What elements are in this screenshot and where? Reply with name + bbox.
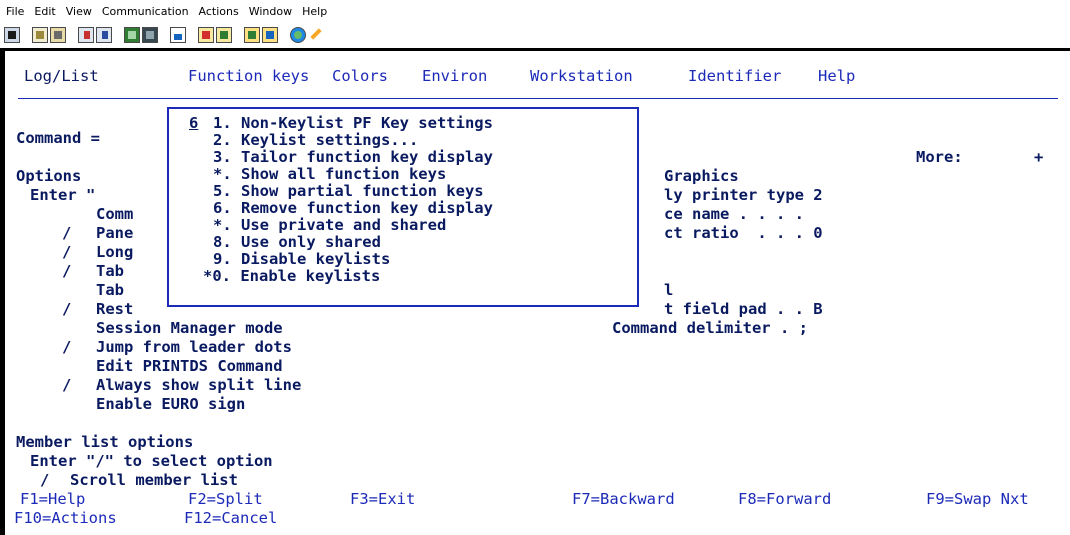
function-keys-row-1: F1=Help F2=Split F3=Exit F7=Backward F8=… — [0, 490, 1029, 510]
menu-communication[interactable]: Communication — [102, 5, 189, 18]
action-log-list[interactable]: Log/List — [24, 67, 99, 87]
function-keys-row-2: F10=Actions F12=Cancel — [0, 509, 277, 529]
dark-icon[interactable] — [142, 27, 158, 43]
option-label: Enable EURO sign — [96, 395, 246, 413]
yellow-icon[interactable] — [216, 27, 232, 43]
action-environ[interactable]: Environ — [422, 67, 487, 87]
option-marker[interactable]: / — [62, 243, 71, 263]
menu-view[interactable]: View — [66, 5, 92, 18]
aspect-ratio-field[interactable]: ct ratio . . . 0 — [664, 224, 823, 244]
copy-icon[interactable] — [32, 27, 48, 43]
pf-key-actions[interactable]: F10=Actions — [14, 509, 117, 529]
action-identifier[interactable]: Identifier — [688, 67, 781, 87]
pf-key-help[interactable]: F1=Help — [20, 490, 85, 510]
command-label: Command = — [16, 129, 100, 147]
left-row-5: Tab l — [0, 281, 673, 301]
macro-play-icon[interactable] — [262, 27, 278, 43]
function-keys-pulldown: 6 1. Non-Keylist PF Key settings 2. Keyl… — [167, 107, 639, 307]
pf-key-backward[interactable]: F7=Backward — [572, 490, 675, 510]
pf-key-exit[interactable]: F3=Exit — [350, 490, 415, 510]
member-list-title-row: Member list options — [0, 433, 193, 453]
action-help[interactable]: Help — [818, 67, 855, 87]
receive-icon[interactable] — [96, 27, 112, 43]
option-marker[interactable]: / — [40, 471, 49, 491]
pf-key-split[interactable]: F2=Split — [188, 490, 263, 510]
lower-option-row: / Jump from leader dots — [0, 338, 292, 358]
menu-file[interactable]: File — [6, 5, 24, 18]
option-label: Scroll member list — [70, 471, 238, 489]
truncated-field: l — [664, 281, 674, 299]
lower-option-row: Enable EURO sign — [0, 395, 245, 415]
pf-key-swap-next[interactable]: F9=Swap Nxt — [926, 490, 1029, 510]
left-row-4: / Tab — [0, 262, 124, 282]
options-row: Options Graphics — [0, 167, 739, 187]
option-label: Jump from leader dots — [96, 338, 292, 356]
lower-option-row: / Always show split line — [0, 376, 301, 396]
option-label: Always show split line — [96, 376, 302, 394]
option-label-tab-2: Tab — [96, 281, 124, 299]
more-indicator: + — [1034, 148, 1044, 166]
terminal-screen: Log/List Function keys Colors Environ Wo… — [0, 48, 1070, 535]
menubar: File Edit View Communication Actions Win… — [0, 0, 1070, 22]
option-label-pane: Pane — [96, 224, 134, 242]
option-marker[interactable]: / — [62, 376, 71, 396]
member-list-instruction: Enter "/" to select option — [30, 452, 273, 470]
left-row-1: Comm ce name . . . . — [0, 205, 804, 225]
option-label-long: Long — [96, 243, 134, 261]
device-name-field[interactable]: ce name . . . . — [664, 205, 804, 225]
toolbar — [0, 22, 1070, 48]
more-row: More: + — [0, 148, 1043, 168]
green-icon[interactable] — [124, 27, 140, 43]
action-function-keys[interactable]: Function keys — [188, 67, 309, 87]
pulldown-item[interactable]: *0. Enable keylists — [169, 267, 380, 287]
menu-actions[interactable]: Actions — [199, 5, 239, 18]
option-label-comm: Comm — [96, 205, 134, 223]
enter-instruction: Enter " — [30, 186, 96, 204]
action-workstation[interactable]: Workstation — [530, 67, 633, 87]
more-label: More: — [916, 148, 963, 166]
member-list-instruction-row: Enter "/" to select option — [0, 452, 273, 472]
option-marker[interactable]: / — [62, 224, 71, 244]
left-row-3: / Long — [0, 243, 133, 263]
member-list-option-row: / Scroll member list — [0, 471, 238, 491]
action-colors[interactable]: Colors — [332, 67, 388, 87]
command-row: Command = — [0, 129, 100, 149]
red-icon[interactable] — [198, 27, 214, 43]
member-list-title: Member list options — [16, 433, 194, 451]
option-label: Edit PRINTDS Command — [96, 357, 283, 375]
left-row-6: / Rest t field pad . . B — [0, 300, 823, 320]
lower-option-row: Edit PRINTDS Command — [0, 357, 283, 377]
option-marker[interactable]: / — [62, 338, 71, 358]
enter-row: Enter " ly printer type 2 — [0, 186, 823, 206]
option-label-tab: Tab — [96, 262, 124, 280]
pf-key-cancel[interactable]: F12=Cancel — [184, 509, 277, 529]
printer-type-field[interactable]: ly printer type 2 — [664, 186, 823, 206]
field-pad-field[interactable]: t field pad . . B — [664, 300, 823, 320]
pulldown-item-label[interactable]: *0. Enable keylists — [203, 267, 380, 287]
screen-icon[interactable] — [4, 27, 20, 43]
graphics-label: Graphics — [664, 167, 739, 185]
macro-record-icon[interactable] — [244, 27, 260, 43]
session-row: Session Manager mode Command delimiter .… — [0, 319, 808, 339]
option-marker[interactable]: / — [62, 262, 71, 282]
left-row-2: / Pane ct ratio . . . 0 — [0, 224, 823, 244]
option-label-rest: Rest — [96, 300, 134, 318]
option-marker[interactable]: / — [62, 300, 71, 320]
menu-help[interactable]: Help — [302, 5, 327, 18]
pencil-icon[interactable] — [308, 27, 324, 43]
terminal-emulator-window: File Edit View Communication Actions Win… — [0, 0, 1070, 535]
send-icon[interactable] — [78, 27, 94, 43]
globe-icon[interactable] — [290, 27, 306, 43]
menu-window[interactable]: Window — [249, 5, 292, 18]
paste-icon[interactable] — [50, 27, 66, 43]
command-delimiter-field[interactable]: Command delimiter . ; — [612, 319, 808, 339]
pf-key-forward[interactable]: F8=Forward — [738, 490, 831, 510]
action-bar: Log/List Function keys Colors Environ Wo… — [0, 67, 855, 87]
options-label: Options — [16, 167, 82, 185]
menu-edit[interactable]: Edit — [34, 5, 55, 18]
action-bar-separator — [18, 98, 1058, 99]
chart-icon[interactable] — [170, 27, 186, 43]
